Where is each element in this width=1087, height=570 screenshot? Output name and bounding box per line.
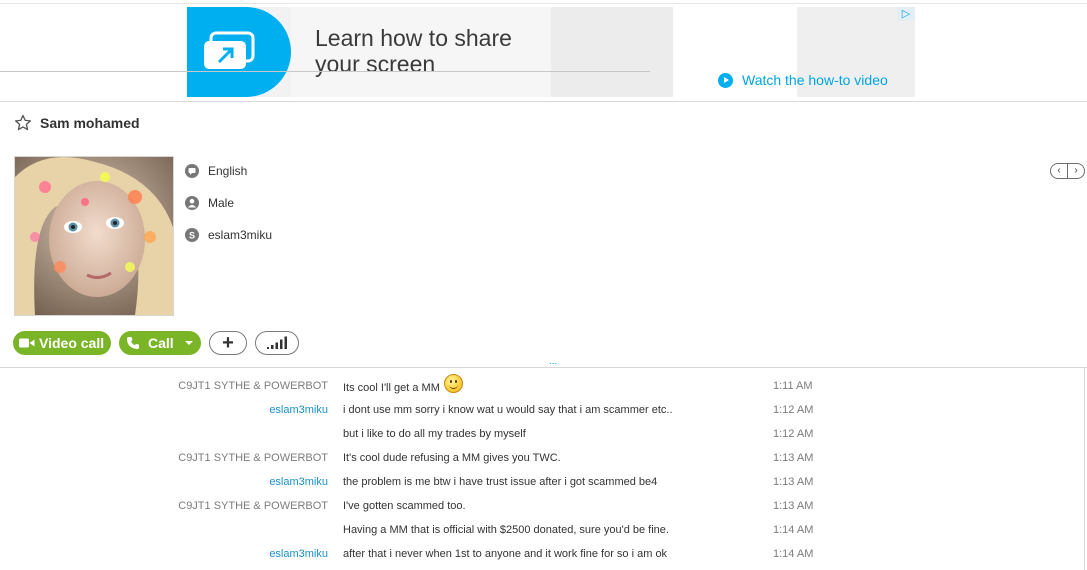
chat-message[interactable]: but i like to do all my trades by myself… — [0, 422, 1080, 446]
message-timestamp: 1:12 AM — [773, 404, 814, 416]
message-sender[interactable]: C9JT1 SYTHE & POWERBOT — [178, 446, 328, 470]
call-quality-button[interactable] — [255, 331, 299, 355]
message-text-container: Its cool I'll get a MM — [343, 374, 463, 400]
watch-video-link[interactable]: Watch the how-to video — [718, 72, 888, 88]
contact-header: Sam mohamed — [14, 113, 140, 133]
gender-row: Male — [185, 193, 272, 213]
chat-history: C9JT1 SYTHE & POWERBOT Its cool I'll get … — [0, 374, 1080, 566]
chat-message[interactable]: eslam3miku i dont use mm sorry i know wat… — [0, 398, 1080, 422]
avatar[interactable] — [14, 156, 174, 316]
message-text-container: but i like to do all my trades by myself — [343, 422, 526, 446]
ad-choices-icon[interactable]: ▷ — [897, 7, 915, 21]
svg-text:S: S — [189, 231, 195, 241]
header-divider — [0, 101, 1087, 102]
video-camera-icon — [19, 338, 35, 348]
ad-divider — [0, 71, 650, 72]
gender-label: Male — [208, 196, 235, 210]
contact-details: English Male S eslam3miku — [185, 161, 272, 257]
skype-name-label: eslam3miku — [208, 228, 273, 242]
message-text-container: the problem is me btw i have trust issue… — [343, 470, 657, 494]
ad-banner[interactable]: Learn how to share your screen Watch the… — [187, 7, 915, 97]
message-timestamp: 1:13 AM — [773, 476, 814, 488]
chat-message[interactable]: eslam3miku after that i never when 1st to… — [0, 542, 1080, 566]
contact-name: Sam mohamed — [40, 115, 140, 131]
chat-message[interactable]: C9JT1 SYTHE & POWERBOT I've gotten scamme… — [0, 494, 1080, 518]
profile-photo — [15, 157, 173, 315]
splitter-handle[interactable]: ... — [549, 356, 557, 367]
next-arrow-button[interactable]: › — [1067, 164, 1084, 178]
language-label: English — [208, 164, 248, 178]
message-sender[interactable]: eslam3miku — [269, 398, 328, 422]
chat-message[interactable]: eslam3miku the problem is me btw i have t… — [0, 470, 1080, 494]
message-text: I've gotten scammed too. — [343, 500, 466, 512]
message-text: but i like to do all my trades by myself — [343, 428, 526, 440]
call-label: Call — [148, 335, 174, 351]
message-text: Its cool I'll get a MM — [343, 382, 440, 394]
message-text-container: after that i never when 1st to anyone an… — [343, 542, 667, 566]
previous-arrow-button[interactable]: ‹ — [1051, 164, 1067, 178]
message-text-container: Having a MM that is official with $2500 … — [343, 518, 669, 542]
video-call-label: Video call — [39, 335, 105, 351]
skype-icon: S — [185, 228, 199, 242]
chat-message[interactable]: Having a MM that is official with $2500 … — [0, 518, 1080, 542]
message-text: i dont use mm sorry i know wat u would s… — [343, 404, 673, 416]
chat-divider — [0, 367, 1087, 368]
chat-scrollbar-edge — [1084, 367, 1085, 570]
message-text: the problem is me btw i have trust issue… — [343, 476, 658, 488]
add-button[interactable]: + — [209, 331, 247, 355]
phone-icon — [127, 337, 139, 349]
message-timestamp: 1:13 AM — [773, 500, 814, 512]
message-sender[interactable]: eslam3miku — [269, 542, 328, 566]
gender-icon — [185, 196, 199, 210]
message-timestamp: 1:11 AM — [773, 380, 813, 392]
chat-message[interactable]: C9JT1 SYTHE & POWERBOT Its cool I'll get … — [0, 374, 1080, 398]
profile-nav-arrows: ‹ › — [1050, 163, 1085, 179]
message-text-container: i dont use mm sorry i know wat u would s… — [343, 398, 673, 422]
message-sender[interactable]: eslam3miku — [269, 470, 328, 494]
chevron-down-icon[interactable] — [185, 341, 193, 345]
message-text-container: I've gotten scammed too. — [343, 494, 466, 518]
message-sender[interactable]: C9JT1 SYTHE & POWERBOT — [178, 374, 328, 398]
message-timestamp: 1:13 AM — [773, 452, 814, 464]
message-text: after that i never when 1st to anyone an… — [343, 548, 668, 560]
call-button[interactable]: Call — [119, 331, 201, 355]
ad-logo-panel — [187, 7, 291, 97]
favorite-star-icon[interactable] — [14, 114, 32, 132]
message-text: It's cool dude refusing a MM gives you T… — [343, 452, 561, 464]
play-icon — [718, 73, 733, 88]
ad-headline: Learn how to share your screen — [315, 25, 512, 77]
top-divider — [0, 3, 1087, 4]
screen-share-icon — [204, 31, 255, 69]
message-timestamp: 1:14 AM — [773, 524, 814, 536]
language-row: English — [185, 161, 272, 181]
signal-bars-icon — [267, 336, 287, 349]
watch-video-label: Watch the how-to video — [742, 72, 888, 88]
skype-name-row: S eslam3miku — [185, 225, 272, 245]
video-call-button[interactable]: Video call — [13, 331, 111, 355]
ad-background — [551, 7, 673, 97]
message-timestamp: 1:14 AM — [773, 548, 814, 560]
message-timestamp: 1:12 AM — [773, 428, 814, 440]
chat-message[interactable]: C9JT1 SYTHE & POWERBOT It's cool dude ref… — [0, 446, 1080, 470]
message-text: Having a MM that is official with $2500 … — [343, 524, 669, 536]
language-icon — [185, 164, 199, 178]
message-text-container: It's cool dude refusing a MM gives you T… — [343, 446, 561, 470]
message-sender[interactable]: C9JT1 SYTHE & POWERBOT — [178, 494, 328, 518]
smile-emoticon-icon — [443, 374, 463, 393]
